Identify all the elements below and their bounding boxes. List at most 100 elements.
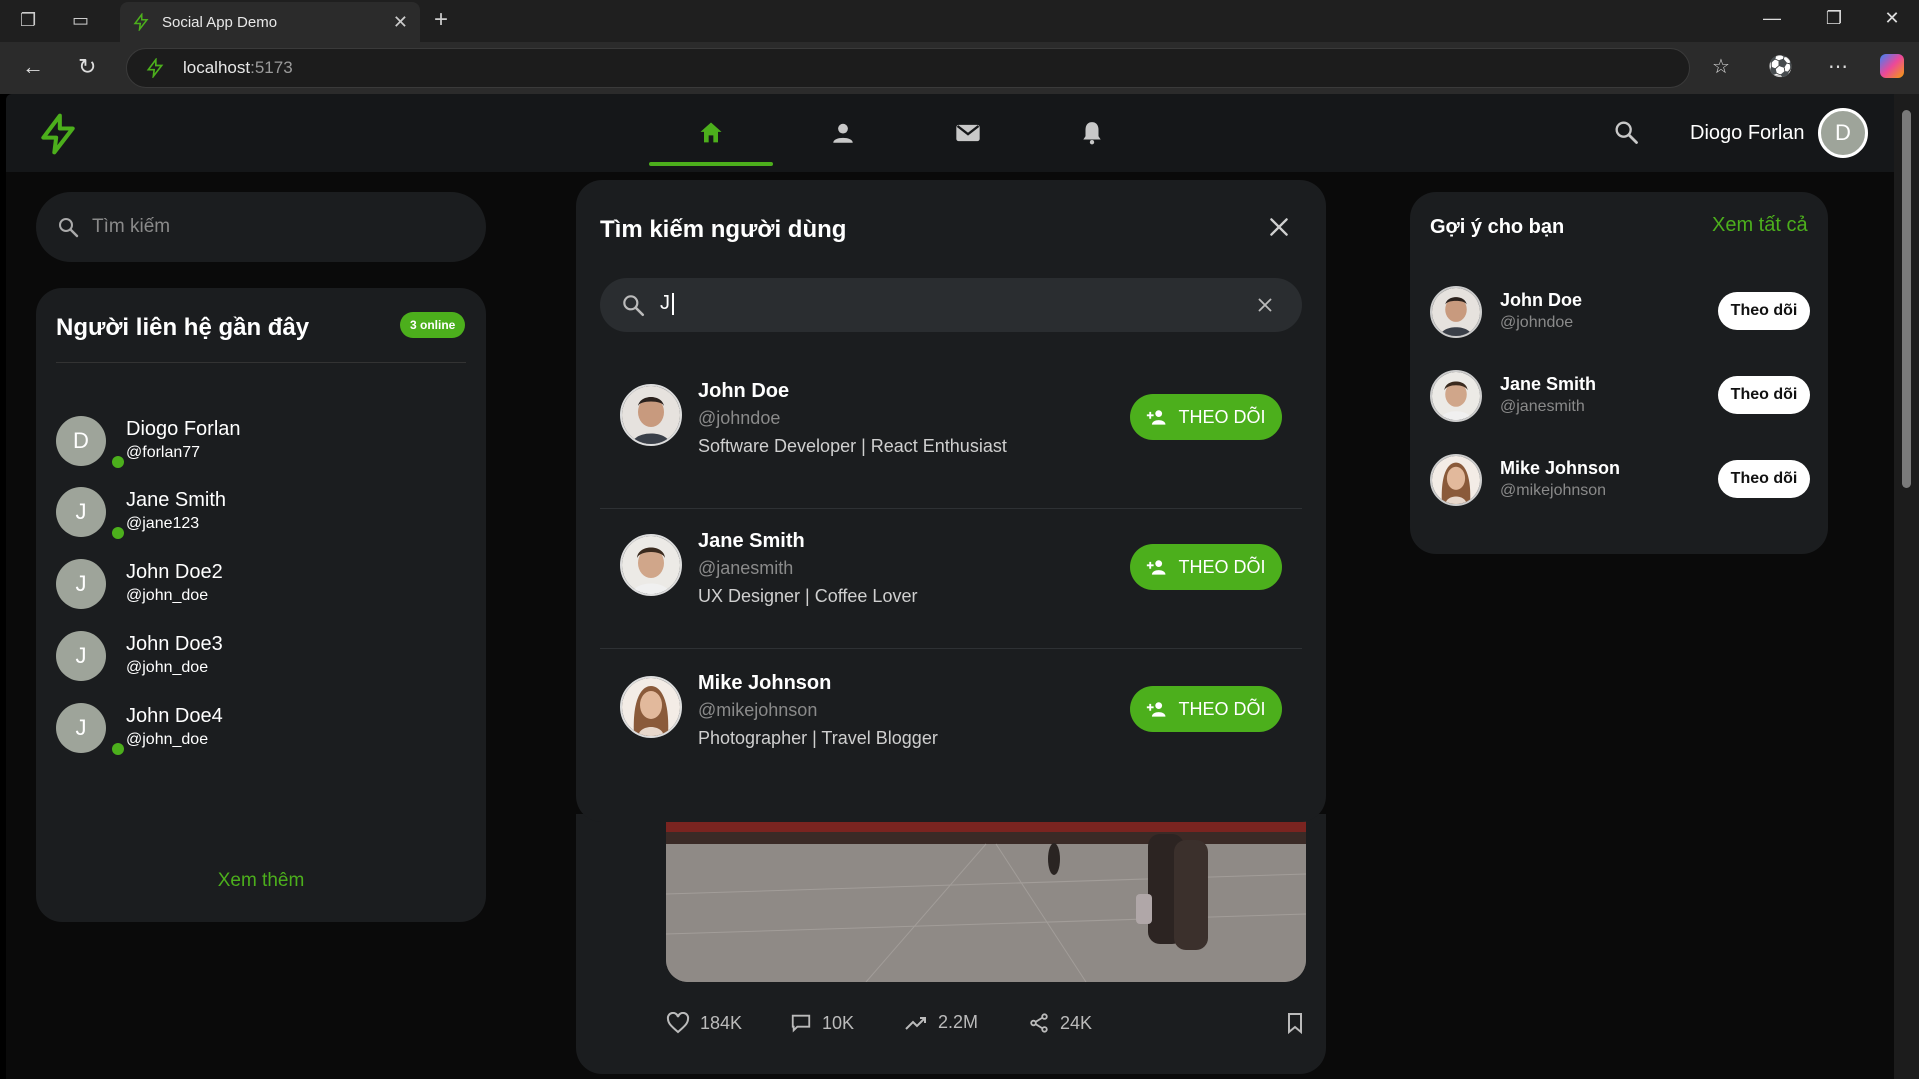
page-scrollbar[interactable] xyxy=(1894,94,1919,1079)
follow-button[interactable]: Theo dõi xyxy=(1718,460,1810,498)
see-more-link[interactable]: Xem thêm xyxy=(36,870,486,892)
home-icon xyxy=(700,122,722,143)
user-avatar xyxy=(1430,286,1482,338)
contact-name: John Doe4 xyxy=(126,705,223,727)
search-result-item[interactable]: Jane Smith @janesmith UX Designer | Coff… xyxy=(600,510,1302,650)
follow-button[interactable]: THEO DÕI xyxy=(1130,686,1282,732)
suggestion-name: Mike Johnson xyxy=(1500,458,1621,478)
follow-label: THEO DÕI xyxy=(1178,406,1266,427)
search-icon xyxy=(1615,121,1638,144)
suggestion-handle: @janesmith xyxy=(1500,398,1585,415)
restore-icon[interactable]: ❐ xyxy=(1814,8,1854,29)
sidebar-search-input[interactable]: Tìm kiếm xyxy=(36,192,486,262)
follow-button[interactable]: Theo dõi xyxy=(1718,376,1810,414)
tab-close-icon[interactable]: ✕ xyxy=(393,12,408,33)
contact-item[interactable]: J John Doe2 @john_doe xyxy=(56,559,466,619)
suggestion-item[interactable]: Jane Smith @janesmith Theo dõi xyxy=(1430,370,1810,430)
follow-button[interactable]: Theo dõi xyxy=(1718,292,1810,330)
workspaces-icon[interactable]: ❐ xyxy=(20,10,36,31)
comment-icon xyxy=(791,1014,811,1033)
window-close-icon[interactable]: ✕ xyxy=(1872,8,1912,29)
more-options-icon[interactable]: ⋯ xyxy=(1828,54,1848,79)
divider xyxy=(600,648,1302,649)
mail-icon xyxy=(956,124,980,142)
suggestion-item[interactable]: Mike Johnson @mikejohnson Theo dõi xyxy=(1430,454,1810,514)
online-dot xyxy=(112,456,124,468)
header-user-name[interactable]: Diogo Forlan xyxy=(1690,122,1805,145)
tab-actions-icon[interactable]: ▭ xyxy=(72,10,89,31)
result-name: Mike Johnson xyxy=(698,672,832,694)
contact-name: Diogo Forlan xyxy=(126,418,241,440)
search-icon xyxy=(59,218,79,238)
new-tab-icon[interactable]: + xyxy=(434,6,448,34)
app-logo[interactable] xyxy=(36,112,80,161)
tab-title: Social App Demo xyxy=(162,13,278,31)
url-field[interactable]: localhost:5173 xyxy=(126,48,1690,88)
modal-close-button[interactable] xyxy=(1266,214,1292,245)
user-avatar xyxy=(1430,370,1482,422)
share-button[interactable]: 24K xyxy=(1028,1012,1092,1034)
user-photo xyxy=(1432,456,1480,504)
text-caret xyxy=(672,292,674,315)
back-icon[interactable]: ← xyxy=(22,54,44,80)
user-avatar xyxy=(620,384,682,446)
nav-profile[interactable] xyxy=(781,94,905,172)
recent-contacts-panel: Người liên hệ gần đây 3 online D Diogo F… xyxy=(36,288,486,922)
person-add-icon xyxy=(1147,560,1166,575)
browser-tab[interactable]: Social App Demo ✕ xyxy=(120,2,420,42)
reload-icon[interactable]: ↻ xyxy=(78,54,96,80)
url-port: :5173 xyxy=(250,58,293,77)
search-query-text: J xyxy=(660,292,670,314)
nav-notifications[interactable] xyxy=(1030,94,1154,172)
result-name: John Doe xyxy=(698,380,790,402)
clear-icon xyxy=(1258,298,1272,312)
contact-handle: @jane123 xyxy=(126,515,200,532)
suggestion-item[interactable]: John Doe @johndoe Theo dõi xyxy=(1430,286,1810,346)
share-icon xyxy=(1030,1013,1048,1033)
comment-button[interactable]: 10K xyxy=(790,1012,854,1034)
avatar: J xyxy=(56,703,106,753)
views-stat[interactable]: 2.2M xyxy=(904,1012,978,1033)
contact-item[interactable]: J John Doe4 @john_doe xyxy=(56,703,466,763)
nav-home[interactable] xyxy=(649,94,773,172)
copilot-icon[interactable] xyxy=(1880,54,1904,78)
user-search-input[interactable]: J xyxy=(600,278,1302,332)
share-count: 24K xyxy=(1060,1012,1093,1033)
views-count: 2.2M xyxy=(938,1012,979,1032)
follow-button[interactable]: THEO DÕI xyxy=(1130,394,1282,440)
divider xyxy=(600,508,1302,509)
contact-item[interactable]: J John Doe3 @john_doe xyxy=(56,631,466,691)
avatar: J xyxy=(56,631,106,681)
extension-icon[interactable]: ⚽ xyxy=(1768,54,1793,79)
header-search-button[interactable] xyxy=(1612,118,1640,151)
user-photo xyxy=(1432,288,1480,336)
clear-search-button[interactable] xyxy=(1254,294,1276,321)
app-root: Diogo Forlan D Tìm kiếm Người liên hệ gầ… xyxy=(6,94,1894,1079)
result-bio: Software Developer | React Enthusiast xyxy=(698,436,1007,456)
bookmark-button[interactable] xyxy=(1286,1012,1304,1034)
user-photo xyxy=(622,386,680,444)
header-avatar[interactable]: D xyxy=(1818,108,1868,158)
search-result-item[interactable]: Mike Johnson @mikejohnson Photographer |… xyxy=(600,650,1302,790)
search-result-item[interactable]: John Doe @johndoe Software Developer | R… xyxy=(600,348,1302,488)
follow-button[interactable]: THEO DÕI xyxy=(1130,544,1282,590)
favorites-icon[interactable]: ☆ xyxy=(1712,54,1730,79)
search-input-value: J xyxy=(660,292,674,315)
result-name: Jane Smith xyxy=(698,530,805,552)
contact-item[interactable]: J Jane Smith @jane123 xyxy=(56,487,466,547)
scrollbar-thumb[interactable] xyxy=(1902,110,1911,488)
user-photo xyxy=(1432,372,1480,420)
bell-icon xyxy=(1083,122,1101,145)
post-image[interactable] xyxy=(666,814,1306,982)
suggestion-name: John Doe xyxy=(1500,290,1583,310)
minimize-icon[interactable]: — xyxy=(1752,8,1792,29)
like-button[interactable]: 184K xyxy=(666,1012,742,1034)
see-all-link[interactable]: Xem tất cả xyxy=(1712,214,1808,237)
contact-item[interactable]: D Diogo Forlan @forlan77 xyxy=(56,416,466,476)
heart-icon xyxy=(666,1012,690,1034)
suggestions-title: Gợi ý cho bạn xyxy=(1430,216,1565,238)
nav-messages[interactable] xyxy=(906,94,1030,172)
browser-address-bar: ← ↻ localhost:5173 ☆ ⚽ ⋯ xyxy=(0,42,1919,94)
divider xyxy=(56,362,466,363)
online-dot xyxy=(112,743,124,755)
